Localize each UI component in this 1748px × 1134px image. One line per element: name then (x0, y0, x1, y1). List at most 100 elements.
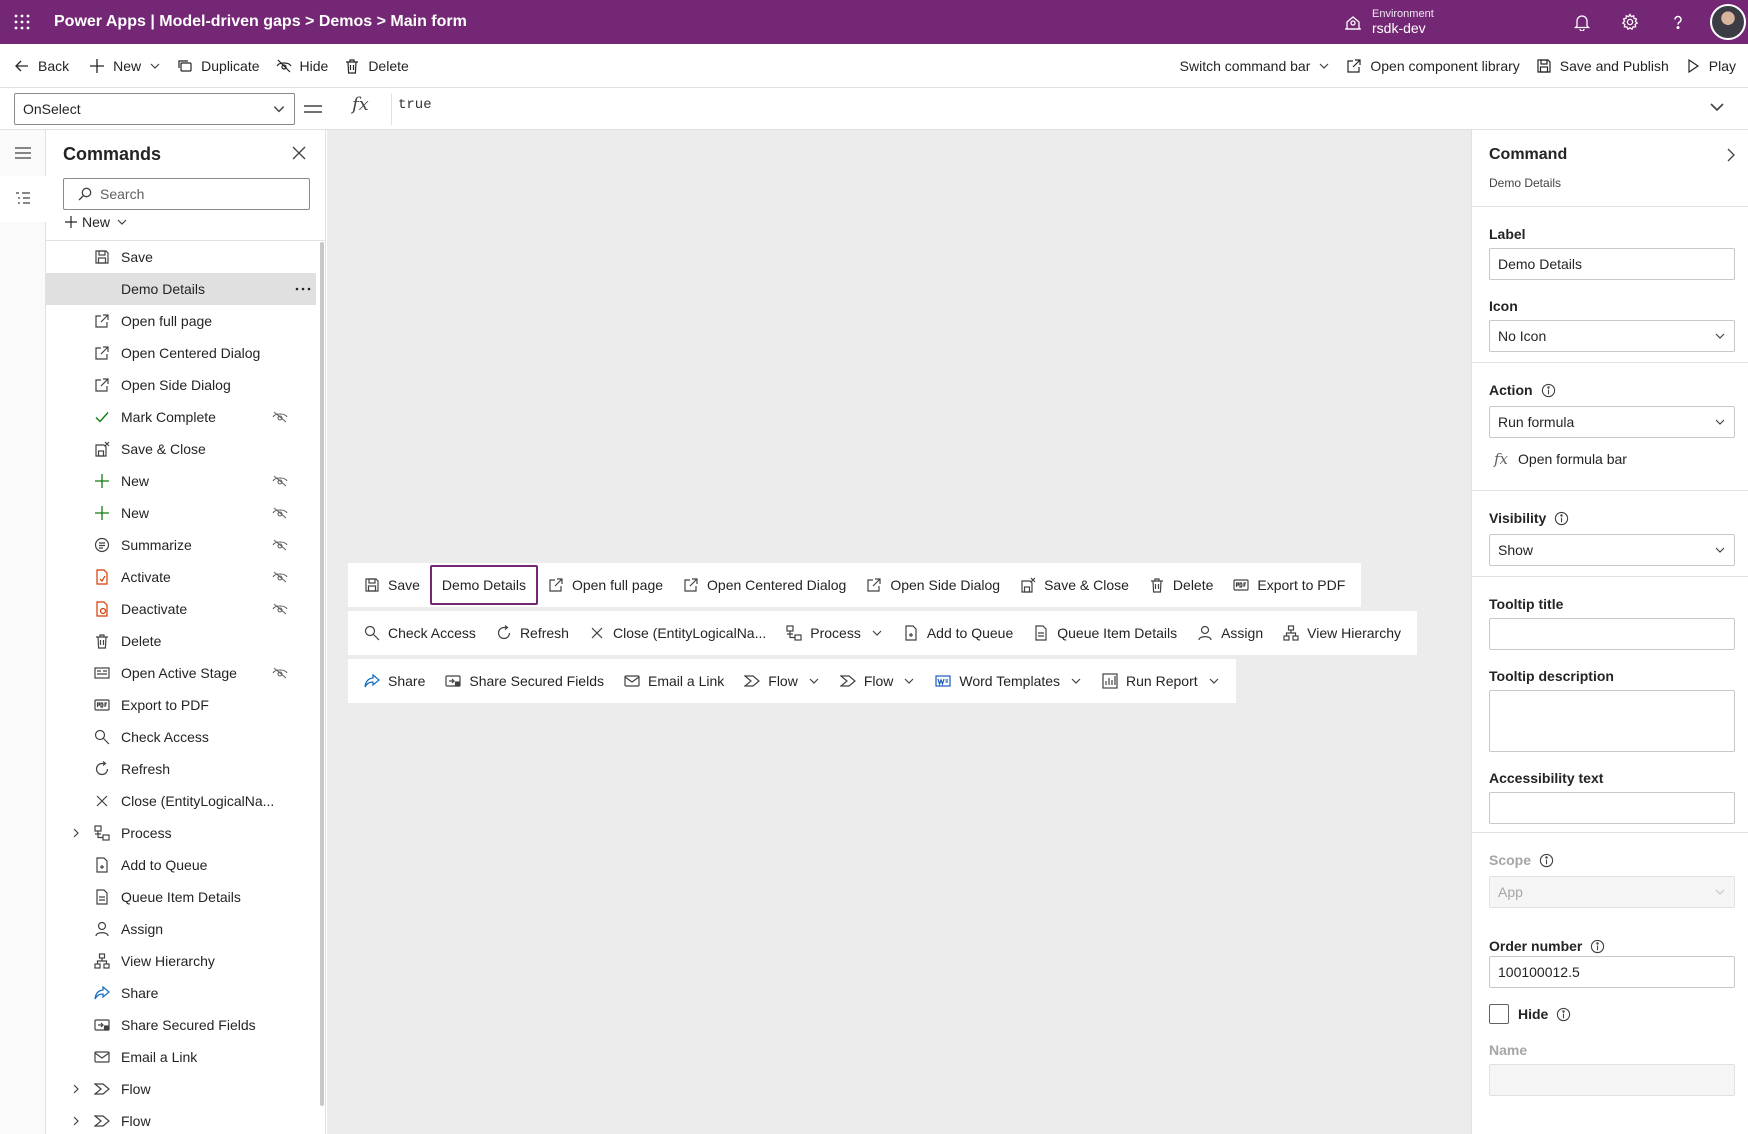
tree-item[interactable]: Assign (46, 913, 316, 945)
tree-view-button[interactable] (0, 176, 46, 222)
tree-item[interactable]: Summarize (46, 529, 316, 561)
tree-item[interactable]: New (46, 497, 316, 529)
tree-item[interactable]: Mark Complete (46, 401, 316, 433)
preview-command-button[interactable]: Delete (1139, 565, 1223, 605)
preview-command-button[interactable]: Share Secured Fields (435, 661, 614, 701)
accessibility-text-input[interactable] (1489, 792, 1735, 824)
hide-button[interactable]: Hide (268, 44, 337, 88)
tree-item[interactable]: Demo Details (46, 273, 316, 305)
commands-search[interactable] (63, 178, 310, 210)
eye-off-icon (272, 667, 288, 679)
info-icon[interactable] (1541, 383, 1556, 398)
tree-item[interactable]: Refresh (46, 753, 316, 785)
tree-item[interactable]: Queue Item Details (46, 881, 316, 913)
new-command-button[interactable]: New (64, 214, 132, 230)
tree-item[interactable]: New (46, 465, 316, 497)
new-button[interactable]: New (81, 44, 169, 88)
tree-item[interactable]: Share (46, 977, 316, 1009)
preview-command-button[interactable]: Refresh (486, 613, 579, 653)
save-and-publish-button[interactable]: Save and Publish (1528, 44, 1677, 88)
preview-command-button[interactable]: Open full page (538, 565, 673, 605)
tree-item[interactable]: Check Access (46, 721, 316, 753)
help-button[interactable] (1656, 0, 1700, 44)
preview-command-button[interactable]: Add to Queue (893, 613, 1023, 653)
tree-item[interactable]: Open Active Stage (46, 657, 316, 689)
preview-command-button[interactable]: Open Side Dialog (856, 565, 1010, 605)
preview-command-button[interactable]: Check Access (354, 613, 486, 653)
hide-checkbox-row[interactable]: Hide (1489, 1004, 1571, 1024)
preview-command-button[interactable]: Demo Details (429, 565, 538, 605)
search-input[interactable] (100, 186, 300, 202)
hide-checkbox[interactable] (1489, 1004, 1509, 1024)
tree-item[interactable]: Open full page (46, 305, 316, 337)
refresh-icon (95, 761, 109, 776)
tree-item[interactable]: Close (EntityLogicalNa... (46, 785, 316, 817)
collapse-panel-button[interactable] (1724, 148, 1738, 162)
preview-command-button[interactable]: Flow (830, 661, 926, 701)
chevron-right-icon[interactable] (70, 827, 82, 839)
preview-command-button[interactable]: Export to PDF (1223, 565, 1355, 605)
open-formula-bar-link[interactable]: fx Open formula bar (1494, 450, 1627, 468)
preview-command-button[interactable]: Email a Link (614, 661, 734, 701)
preview-command-button[interactable]: Save (354, 565, 430, 605)
back-button[interactable]: Back (6, 44, 77, 88)
settings-button[interactable] (1608, 0, 1652, 44)
tree-item[interactable]: Flow (46, 1073, 316, 1105)
switch-command-bar-button[interactable]: Switch command bar (1172, 44, 1339, 88)
app-header: Power Apps | Model-driven gaps > Demos >… (0, 0, 1748, 44)
tree-item[interactable]: Open Centered Dialog (46, 337, 316, 369)
label-input[interactable]: Demo Details (1489, 248, 1735, 280)
more-options-icon[interactable] (294, 281, 312, 297)
delete-button[interactable]: Delete (336, 44, 416, 88)
chevron-right-icon[interactable] (70, 1115, 82, 1127)
preview-command-button[interactable]: Assign (1187, 613, 1273, 653)
tree-item[interactable]: Email a Link (46, 1041, 316, 1073)
formula-input[interactable]: true (391, 93, 1703, 125)
tooltip-title-input[interactable] (1489, 618, 1735, 650)
preview-command-button[interactable]: Queue Item Details (1023, 613, 1187, 653)
action-dropdown[interactable]: Run formula (1489, 406, 1735, 438)
tree-item[interactable]: Delete (46, 625, 316, 657)
preview-command-button[interactable]: Open Centered Dialog (673, 565, 856, 605)
tree-item[interactable]: Share Secured Fields (46, 1009, 316, 1041)
visibility-dropdown[interactable]: Show (1489, 534, 1735, 566)
tree-item[interactable]: Open Side Dialog (46, 369, 316, 401)
tree-item[interactable]: View Hierarchy (46, 945, 316, 977)
preview-command-button[interactable]: Word Templates (925, 661, 1092, 701)
expand-formula-button[interactable] (1708, 98, 1726, 116)
preview-command-button[interactable]: Flow (734, 661, 830, 701)
property-dropdown[interactable]: OnSelect (14, 93, 295, 125)
info-icon[interactable] (1556, 1007, 1571, 1022)
preview-command-button[interactable]: Close (EntityLogicalNa... (579, 613, 776, 653)
duplicate-button[interactable]: Duplicate (169, 44, 267, 88)
tree-item[interactable]: Add to Queue (46, 849, 316, 881)
tree-item[interactable]: Export to PDF (46, 689, 316, 721)
close-panel-button[interactable] (292, 146, 306, 160)
avatar[interactable] (1710, 4, 1746, 40)
preview-command-button[interactable]: Share (354, 661, 435, 701)
tree-item[interactable]: Deactivate (46, 593, 316, 625)
environment-picker[interactable]: Environment rsdk-dev (1344, 0, 1434, 44)
notifications-button[interactable] (1560, 0, 1604, 44)
preview-command-button[interactable]: Save & Close (1010, 565, 1139, 605)
play-button[interactable]: Play (1677, 44, 1744, 88)
tooltip-description-input[interactable] (1489, 690, 1735, 752)
tree-item[interactable]: Activate (46, 561, 316, 593)
tree-item[interactable]: Process (46, 817, 316, 849)
info-icon[interactable] (1590, 939, 1605, 954)
open-component-library-button[interactable]: Open component library (1338, 44, 1527, 88)
chevron-right-icon[interactable] (70, 1083, 82, 1095)
tree-item[interactable]: Save & Close (46, 433, 316, 465)
tree-item[interactable]: Save (46, 241, 316, 273)
app-launcher-button[interactable] (0, 0, 44, 44)
tree-item[interactable]: Flow (46, 1105, 316, 1134)
preview-command-button[interactable]: View Hierarchy (1273, 613, 1411, 653)
icon-dropdown[interactable]: No Icon (1489, 320, 1735, 352)
preview-command-button[interactable]: Process (776, 613, 893, 653)
preview-command-button[interactable]: Run Report (1092, 661, 1230, 701)
menu-button[interactable] (0, 130, 46, 176)
info-icon[interactable] (1539, 853, 1554, 868)
order-number-input[interactable]: 100100012.5 (1489, 956, 1735, 988)
info-icon[interactable] (1554, 511, 1569, 526)
scrollbar[interactable] (320, 242, 324, 1106)
